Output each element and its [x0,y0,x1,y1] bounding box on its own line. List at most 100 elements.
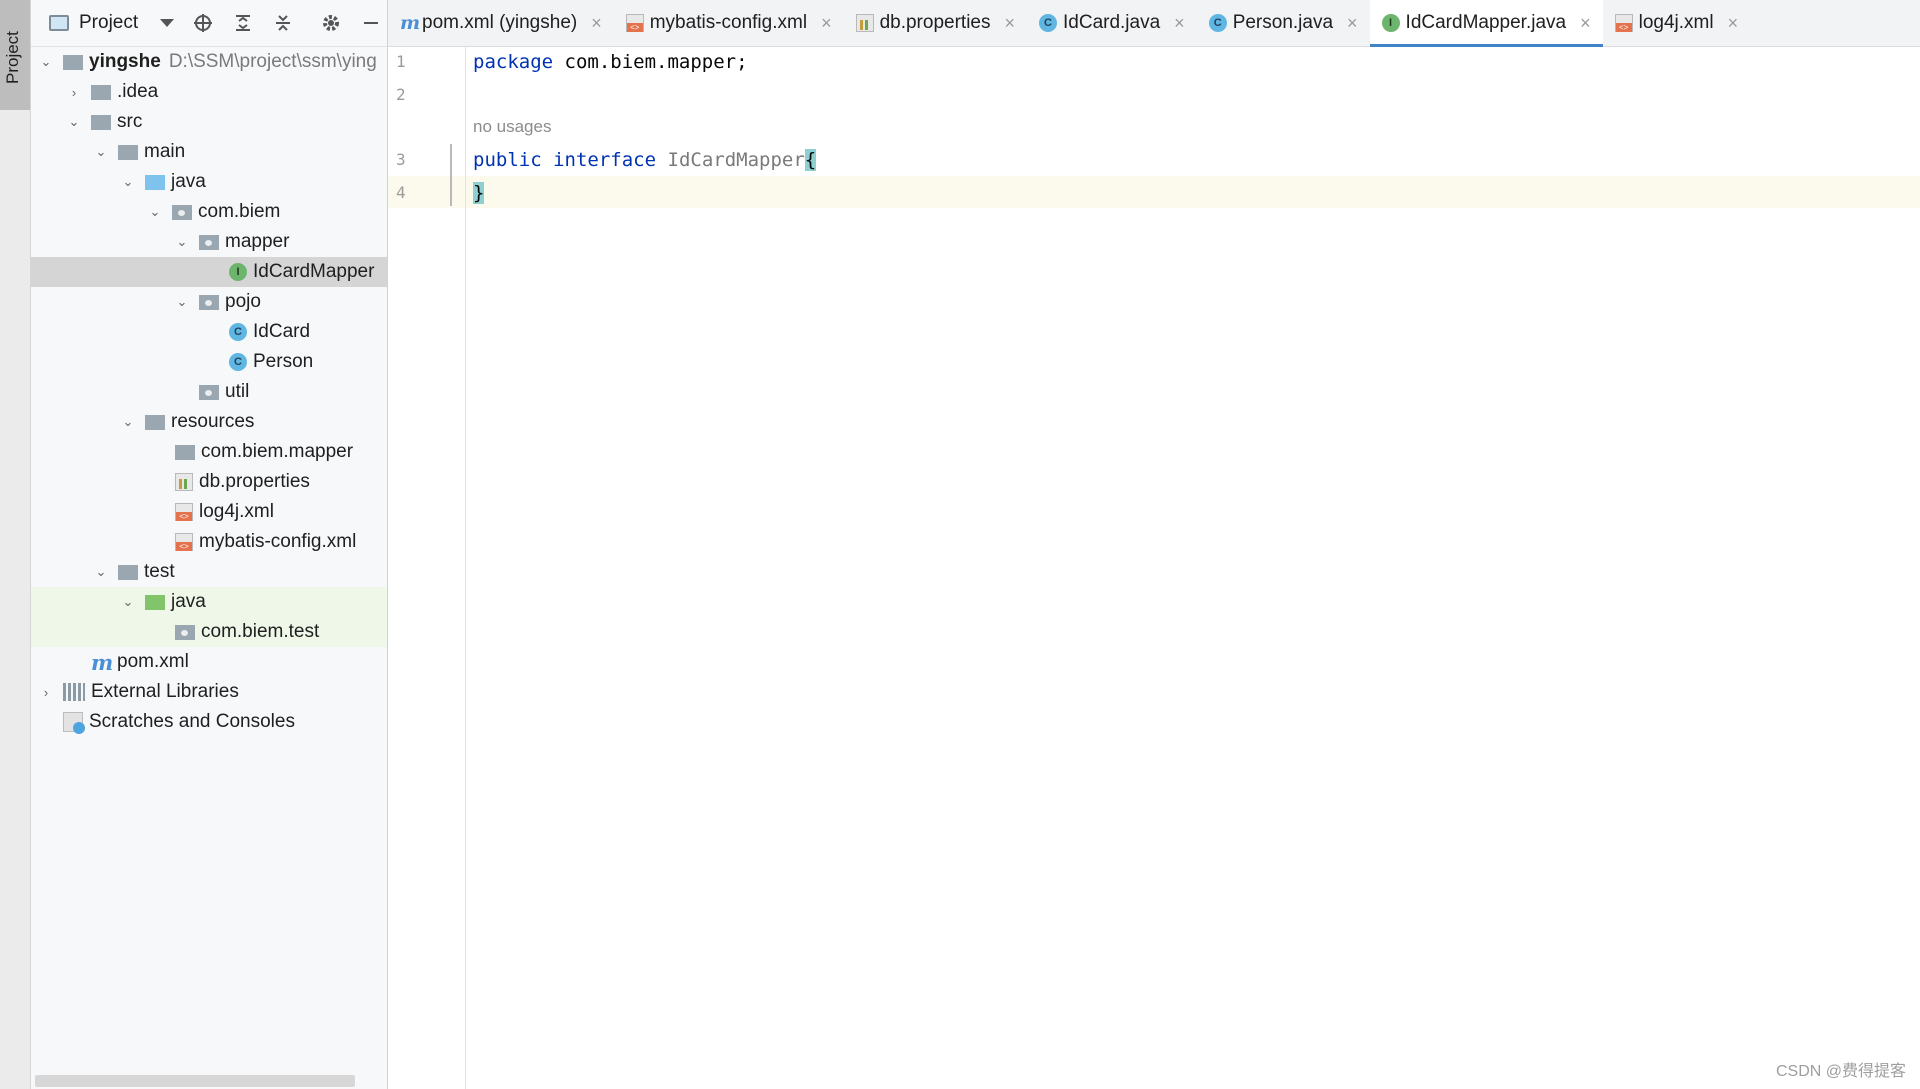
tab-idcard-java[interactable]: C IdCard.java × [1027,0,1197,46]
line-number: 4 [396,183,406,202]
chevron-down-icon[interactable]: ⌄ [121,414,135,429]
tab-idcardmapper-java[interactable]: I IdCardMapper.java × [1369,0,1603,47]
tab-db-properties[interactable]: db.properties × [844,0,1027,46]
tree-item-src[interactable]: ⌄ src [31,107,387,137]
scratches-icon [63,712,85,734]
view-dropdown-icon[interactable] [160,19,175,27]
locate-icon[interactable] [192,12,214,34]
interface-name: IdCardMapper [667,149,805,171]
project-panel-header: Project [31,0,387,47]
project-tree: ⌄ yingshe D:\SSM\project\ssm\ying › .ide… [31,47,387,737]
tab-log4j-xml[interactable]: log4j.xml × [1603,0,1751,46]
tab-person-java[interactable]: C Person.java × [1197,0,1370,46]
resources-folder-icon [145,414,165,430]
test-source-folder-icon [145,594,165,610]
tree-item-pom[interactable]: m pom.xml [31,647,387,677]
chevron-down-icon[interactable]: ⌄ [175,294,189,309]
tree-item-idea[interactable]: › .idea [31,77,387,107]
package-name: com.biem.mapper; [553,51,748,73]
close-brace: } [473,182,485,204]
tree-item-idcardmapper[interactable]: I IdCardMapper [31,257,387,287]
tree-item-test-java[interactable]: ⌄ java [31,587,387,617]
chevron-down-icon[interactable]: ⌄ [148,204,162,219]
tree-item-util[interactable]: util [31,377,387,407]
package-icon [199,294,219,310]
close-icon[interactable]: × [1580,13,1591,34]
horizontal-scrollbar[interactable] [35,1075,355,1087]
code-line-1: package com.biem.mapper; [473,51,748,73]
chevron-down-icon[interactable]: ⌄ [67,114,81,129]
code-line-3: public interface IdCardMapper{ [473,149,817,171]
project-tool-label: Project [3,31,22,84]
module-folder-icon [63,54,83,70]
xml-file-icon [625,14,644,32]
usages-inlay-hint[interactable]: no usages [473,117,551,137]
tree-item-com-biem-mapper[interactable]: com.biem.mapper [31,437,387,467]
tree-item-label: mybatis-config.xml [199,531,357,552]
xml-file-icon [1614,14,1633,32]
tree-item-com-biem-test[interactable]: com.biem.test [31,617,387,647]
tree-item-label: com.biem [198,201,281,222]
project-panel: Project ⌄ yingshe D:\SSM\project\ssm\yin… [31,0,388,1089]
package-icon [199,384,219,400]
tree-item-db-properties[interactable]: db.properties [31,467,387,497]
chevron-down-icon[interactable]: ⌄ [94,144,108,159]
fold-marker[interactable] [450,144,452,206]
tree-item-scratches[interactable]: Scratches and Consoles [31,707,387,737]
chevron-down-icon[interactable]: ⌄ [39,54,53,69]
tree-item-label: IdCard [253,321,311,342]
tree-item-log4j[interactable]: log4j.xml [31,497,387,527]
tab-label: IdCard.java [1063,12,1161,33]
hide-panel-icon[interactable] [360,12,382,34]
code-editor[interactable]: package com.biem.mapper; no usages publi… [466,47,1920,1089]
chevron-right-icon[interactable]: › [67,85,81,100]
chevron-right-icon[interactable]: › [39,685,53,700]
editor-gutter: 1 2 3 4 [388,47,466,1089]
close-icon[interactable]: × [821,13,832,34]
tab-mybatis-config[interactable]: mybatis-config.xml × [614,0,844,46]
chevron-down-icon[interactable]: ⌄ [121,594,135,609]
tree-item-com-biem[interactable]: ⌄ com.biem [31,197,387,227]
close-icon[interactable]: × [1347,13,1358,34]
chevron-down-icon[interactable]: ⌄ [94,564,108,579]
settings-gear-icon[interactable] [320,12,342,34]
library-icon [63,683,85,701]
chevron-down-icon[interactable]: ⌄ [175,234,189,249]
tab-label: mybatis-config.xml [649,12,808,33]
properties-file-icon [175,473,193,491]
tree-item-label: Person [253,351,314,372]
close-icon[interactable]: × [1004,13,1015,34]
chevron-down-icon[interactable]: ⌄ [121,174,135,189]
maven-icon: m [400,12,421,34]
tree-item-external-libraries[interactable]: › External Libraries [31,677,387,707]
open-brace: { [804,149,817,171]
tree-item-label: java [171,171,206,192]
tab-pom-xml[interactable]: m pom.xml (yingshe) × [388,0,614,46]
tree-item-label: IdCardMapper [253,261,375,282]
class-icon: C [1208,14,1227,32]
tree-item-idcard[interactable]: C IdCard [31,317,387,347]
tab-label: pom.xml (yingshe) [422,12,578,33]
tree-item-label: com.biem.mapper [201,441,354,462]
tree-item-java[interactable]: ⌄ java [31,167,387,197]
line-number: 3 [396,150,406,169]
tree-item-person[interactable]: C Person [31,347,387,377]
folder-icon [91,114,111,130]
tree-item-label: yingshe [89,51,161,72]
tree-item-root[interactable]: ⌄ yingshe D:\SSM\project\ssm\ying [31,47,387,77]
project-tool-tab[interactable]: Project [0,0,30,110]
tree-item-mapper[interactable]: ⌄ mapper [31,227,387,257]
close-icon[interactable]: × [1728,13,1739,34]
tree-item-test[interactable]: ⌄ test [31,557,387,587]
tree-item-pojo[interactable]: ⌄ pojo [31,287,387,317]
close-icon[interactable]: × [1174,13,1185,34]
close-icon[interactable]: × [591,13,602,34]
tree-item-resources[interactable]: ⌄ resources [31,407,387,437]
expand-all-icon[interactable] [232,12,254,34]
tree-item-label: Scratches and Consoles [89,711,295,732]
tree-item-mybatis-config[interactable]: mybatis-config.xml [31,527,387,557]
project-view-title[interactable]: Project [79,12,138,34]
project-view-icon [49,15,69,31]
tree-item-main[interactable]: ⌄ main [31,137,387,167]
collapse-all-icon[interactable] [272,12,294,34]
